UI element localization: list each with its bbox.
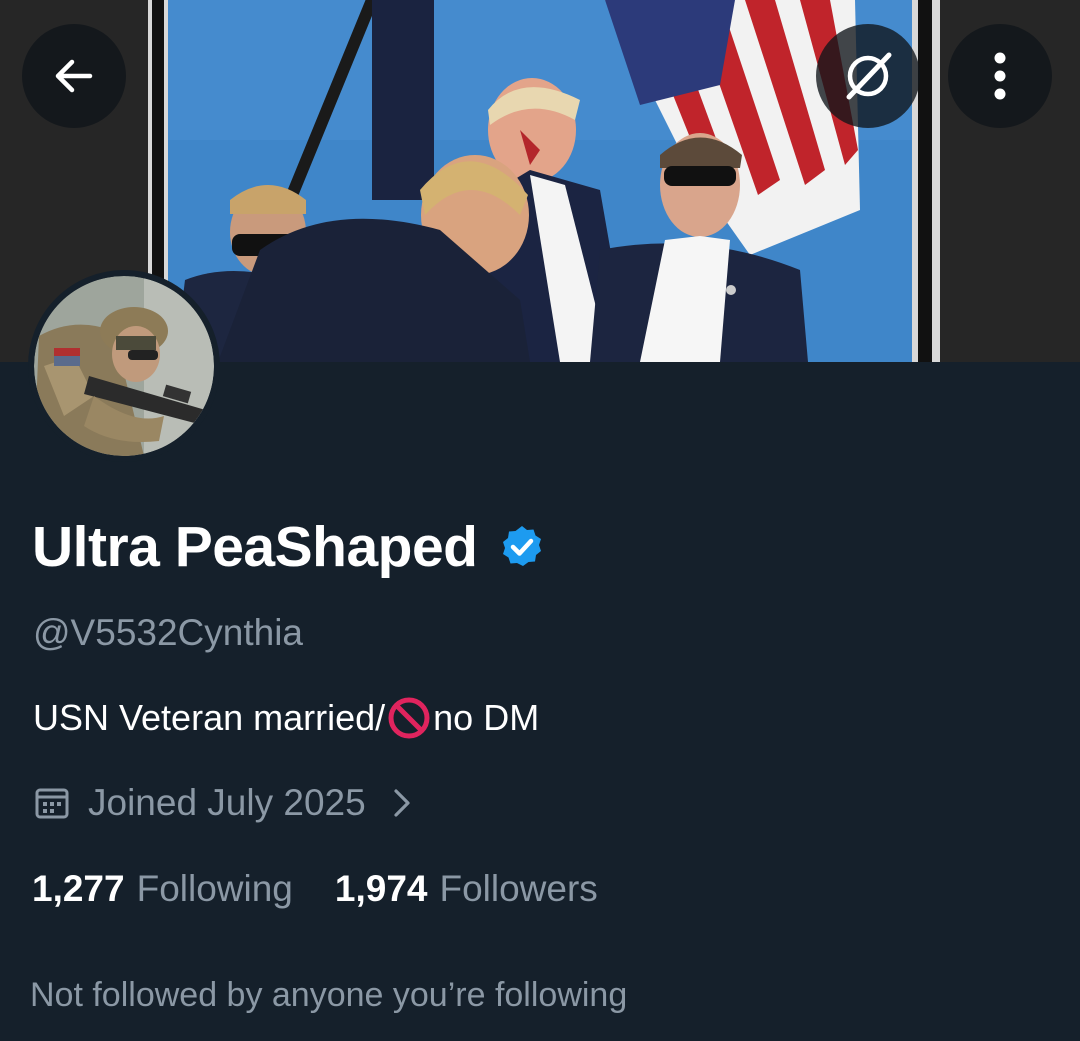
followers-count: 1,974 [334, 868, 428, 909]
followers-link[interactable]: 1,974 Followers [335, 868, 598, 910]
display-name-row: Ultra PeaShaped [32, 512, 546, 582]
no-entry-emoji [387, 696, 431, 740]
calendar-icon [34, 785, 70, 821]
bio: USN Veteran married/ no DM [33, 696, 539, 740]
handle: @V5532Cynthia [33, 612, 304, 653]
back-button[interactable] [22, 24, 126, 128]
grok-button[interactable] [816, 24, 920, 128]
avatar-image [34, 276, 214, 456]
follow-stats: 1,277 Following 1,974 Followers [32, 868, 598, 910]
bio-text: USN Veteran married/ [33, 697, 386, 738]
following-count: 1,277 [32, 868, 125, 909]
joined-date-row[interactable]: Joined July 2025 [34, 782, 412, 824]
followers-label: Followers [439, 868, 598, 909]
arrow-left-icon [55, 59, 93, 93]
more-vertical-icon [994, 52, 1006, 100]
display-name: Ultra PeaShaped [32, 515, 478, 579]
more-options-button[interactable] [948, 24, 1052, 128]
chevron-right-icon [392, 787, 412, 819]
grok-icon [846, 52, 892, 100]
joined-date: Joined July 2025 [88, 782, 366, 823]
avatar[interactable] [28, 270, 220, 462]
verified-badge-icon[interactable] [498, 523, 546, 571]
bio-text-end: no DM [433, 697, 540, 738]
following-link[interactable]: 1,277 Following [32, 868, 293, 910]
mutual-followers-note: Not followed by anyone you’re following [30, 976, 628, 1014]
following-label: Following [136, 868, 293, 909]
